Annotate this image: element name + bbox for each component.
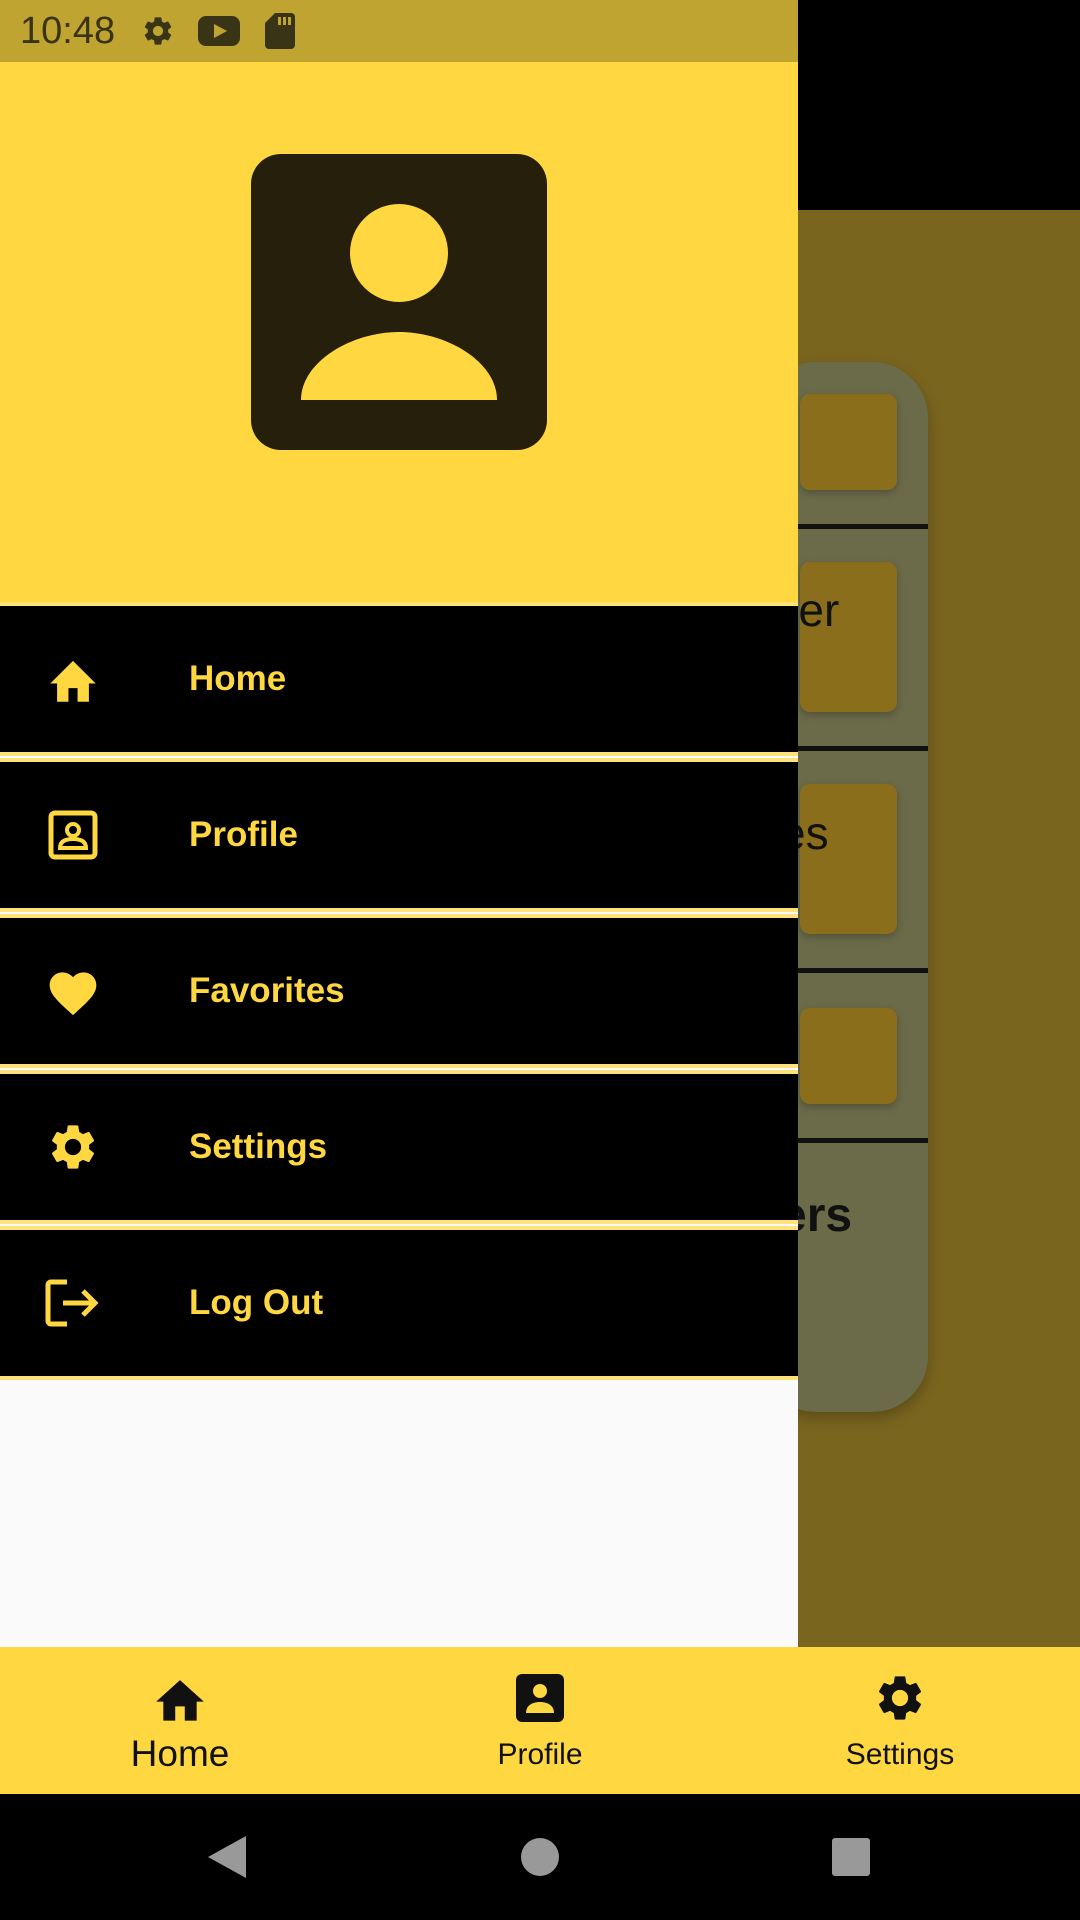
recents-icon[interactable] [818, 1824, 884, 1890]
gear-icon [871, 1671, 929, 1725]
bottom-nav-label: Home [130, 1733, 230, 1774]
sd-card-icon [261, 12, 299, 50]
drawer-item-label: Home [189, 659, 287, 698]
home-icon [151, 1671, 209, 1725]
contact-card-icon [44, 806, 102, 864]
drawer-item-settings[interactable]: Settings [0, 1070, 798, 1224]
bottom-nav-label: Settings [845, 1738, 955, 1771]
bottom-nav-home[interactable]: Home [0, 1647, 360, 1794]
bottom-nav-settings[interactable]: Settings [720, 1647, 1080, 1794]
drawer-item-label: Settings [189, 1127, 328, 1166]
drawer-item-profile[interactable]: Profile [0, 758, 798, 912]
youtube-icon [197, 12, 241, 50]
bottom-nav-profile[interactable]: Profile [360, 1647, 720, 1794]
status-time: 10:48 [20, 9, 116, 52]
logout-icon [44, 1274, 102, 1332]
background-tile [800, 1008, 897, 1104]
drawer-menu: Home Profile Favorites Settings Log Out [0, 602, 798, 1382]
home-circle-icon[interactable] [507, 1824, 573, 1890]
drawer-item-logout[interactable]: Log Out [0, 1226, 798, 1380]
system-navigation-bar [0, 1794, 1080, 1920]
background-tile [800, 394, 897, 490]
home-icon [44, 650, 102, 708]
gear-icon [139, 12, 177, 50]
status-bar: 10:48 [0, 0, 798, 62]
drawer-item-favorites[interactable]: Favorites [0, 914, 798, 1068]
drawer-header [0, 62, 798, 602]
back-icon[interactable] [193, 1824, 259, 1890]
gear-icon [44, 1118, 102, 1176]
bottom-navigation: Home Profile Settings [0, 1647, 1080, 1794]
heart-icon [44, 962, 102, 1020]
account-box-icon [251, 154, 547, 450]
bottom-nav-label: Profile [497, 1738, 583, 1771]
drawer-item-label: Log Out [189, 1283, 324, 1322]
navigation-drawer: Home Profile Favorites Settings Log Out [0, 62, 798, 1647]
drawer-item-home[interactable]: Home [0, 602, 798, 756]
account-box-icon [511, 1671, 569, 1725]
drawer-item-label: Favorites [189, 971, 345, 1010]
drawer-item-label: Profile [189, 815, 298, 854]
